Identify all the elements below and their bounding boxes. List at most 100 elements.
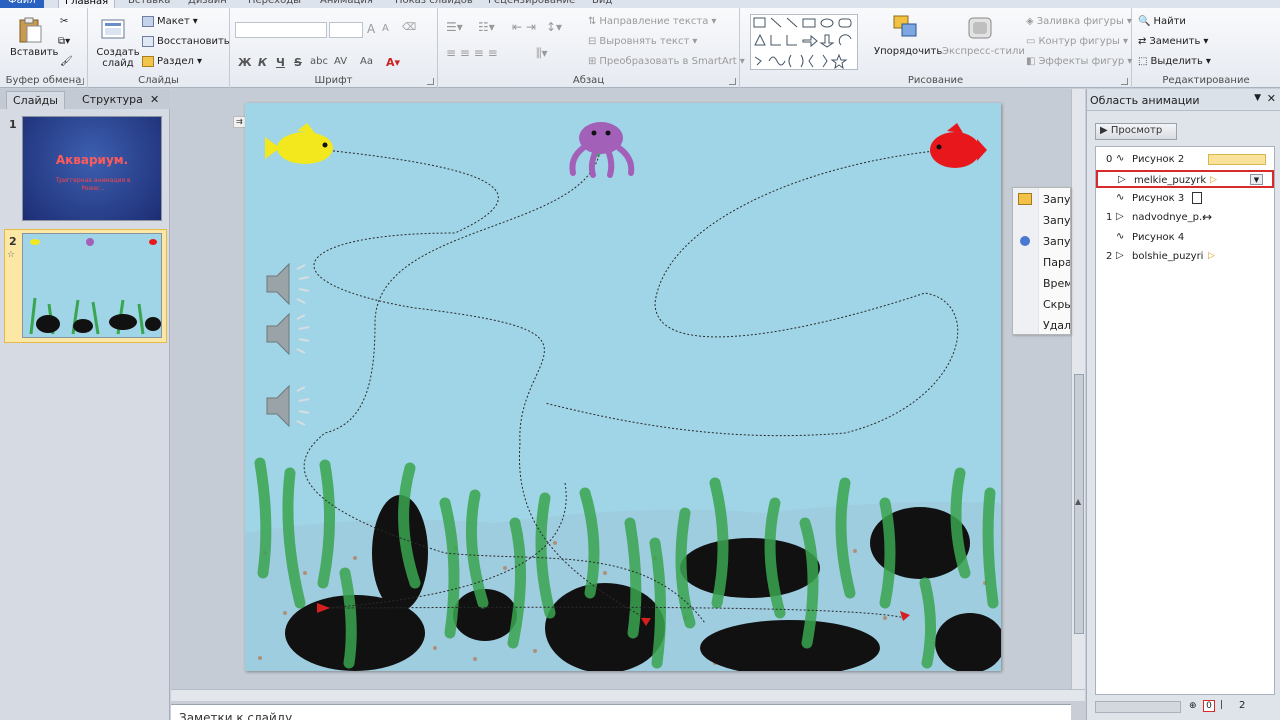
font-color-icon[interactable]: A▾ bbox=[386, 56, 400, 69]
menu-item-effect-options[interactable]: Парам bbox=[1043, 256, 1070, 269]
group-font: A A ⌫ Ж К Ч S abc AV Aa A▾ Шрифт bbox=[230, 8, 438, 88]
italic-button[interactable]: К bbox=[258, 56, 267, 69]
font-size-combo[interactable] bbox=[329, 22, 363, 38]
menu-item-start-after-previous[interactable]: Запус bbox=[1043, 235, 1070, 248]
paragraph-launcher-icon[interactable] bbox=[729, 78, 736, 85]
font-name-combo[interactable] bbox=[235, 22, 327, 38]
pane-options-icon[interactable]: ▼ bbox=[1254, 93, 1261, 103]
layout-button[interactable]: Макет ▾ bbox=[142, 16, 198, 27]
smartart-label: Преобразовать в SmartArt bbox=[599, 56, 737, 67]
menu-item-timing[interactable]: Время bbox=[1043, 277, 1070, 290]
menu-item-remove[interactable]: Удали bbox=[1043, 319, 1070, 332]
tab-transitions[interactable]: Переходы bbox=[248, 0, 301, 8]
tab-design[interactable]: Дизайн bbox=[188, 0, 227, 8]
smartart-button[interactable]: ⊞ Преобразовать в SmartArt ▾ bbox=[588, 56, 745, 67]
bullets-icon[interactable]: ☰▾ bbox=[446, 20, 463, 34]
tab-insert[interactable]: Вставка bbox=[128, 0, 170, 8]
clear-format-icon[interactable]: ⌫ bbox=[402, 22, 416, 33]
animation-item[interactable]: 0 ∿ Рисунок 2 bbox=[1096, 151, 1274, 169]
close-pane-icon[interactable]: ✕ bbox=[148, 91, 161, 109]
find-label: Найти bbox=[1153, 16, 1186, 27]
shape-fill-button[interactable]: ◈ Заливка фигуры ▾ bbox=[1026, 16, 1132, 27]
shrink-font-button[interactable]: A bbox=[382, 23, 389, 34]
shape-fill-icon: ◈ bbox=[1026, 16, 1034, 27]
timeline-control[interactable] bbox=[1095, 701, 1181, 713]
sound-icons[interactable] bbox=[266, 262, 310, 428]
new-slide-button[interactable]: Создать слайд bbox=[96, 47, 140, 69]
shape-outline-button[interactable]: ▭ Контур фигуры ▾ bbox=[1026, 36, 1128, 47]
shadow-button[interactable]: abc bbox=[310, 56, 328, 67]
slide-canvas[interactable] bbox=[245, 103, 1001, 671]
purple-octopus[interactable] bbox=[569, 122, 635, 178]
vertical-scrollbar[interactable]: ▲ bbox=[1071, 89, 1085, 689]
shape-effects-icon: ◧ bbox=[1026, 56, 1036, 67]
section-button[interactable]: Раздел ▾ bbox=[142, 56, 202, 67]
page-indicator[interactable]: 0 bbox=[1203, 700, 1215, 712]
reorder-up-icon[interactable]: ⊕ bbox=[1189, 701, 1197, 711]
motion-path-icon: ∿ bbox=[1116, 153, 1125, 164]
tab-animation[interactable]: Анимация bbox=[320, 0, 373, 8]
animation-item[interactable]: ∿ Рисунок 3 bbox=[1096, 190, 1274, 208]
strikethrough-button[interactable]: S bbox=[294, 56, 302, 69]
quick-styles-button[interactable]: Экспресс-стили bbox=[942, 46, 1025, 57]
replace-icon: ⇄ bbox=[1138, 36, 1147, 47]
notes-pane[interactable]: Заметки к слайду bbox=[171, 704, 1071, 720]
slide-thumbnail-1[interactable]: Аквариум. Триггерная анимация в Power... bbox=[22, 116, 162, 221]
shape-effects-label: Эффекты фигур bbox=[1038, 56, 1125, 67]
align-icons[interactable]: ≡ ≡ ≡ ≡ bbox=[446, 46, 498, 60]
replace-button[interactable]: ⇄ Заменить ▾ bbox=[1138, 36, 1208, 47]
tab-home[interactable]: Главная bbox=[58, 0, 116, 8]
group-label-clipboard: Буфер обмена bbox=[5, 75, 82, 86]
menu-item-start-with-previous[interactable]: Запус bbox=[1043, 214, 1070, 227]
cut-icon[interactable]: ✂ bbox=[60, 16, 68, 27]
menu-item-hide-timeline[interactable]: Скрыт bbox=[1043, 298, 1070, 311]
arrange-button[interactable]: Упорядочить bbox=[874, 46, 942, 57]
red-fish[interactable] bbox=[930, 123, 987, 168]
tab-file[interactable]: Файл bbox=[0, 0, 44, 8]
line-spacing-icon[interactable]: ↕▾ bbox=[546, 20, 562, 34]
ribbon: Вставить ✂ ⧉▾ 🖌 Буфер обмена Создать сла… bbox=[0, 8, 1280, 88]
tab-slideshow[interactable]: Показ слайдов bbox=[395, 0, 473, 8]
dropdown-arrow-icon[interactable]: ▼ bbox=[1250, 174, 1263, 185]
change-case-button[interactable]: Aa bbox=[360, 56, 373, 67]
quick-styles-icon bbox=[966, 14, 994, 40]
columns-icon[interactable]: ⫼▾ bbox=[536, 46, 548, 61]
animation-item[interactable]: 1 ▷ nadvodnye_p... ↔ bbox=[1096, 209, 1274, 227]
tab-slides[interactable]: Слайды bbox=[6, 91, 65, 109]
shapes-gallery[interactable] bbox=[750, 14, 858, 70]
scroll-arrow-icon[interactable]: ▲ bbox=[1075, 497, 1081, 506]
underline-button[interactable]: Ч bbox=[276, 56, 285, 69]
align-text-button[interactable]: ⊟ Выровнять текст ▾ bbox=[588, 36, 697, 47]
clipboard-launcher-icon[interactable] bbox=[77, 78, 84, 85]
char-spacing-button[interactable]: AV bbox=[334, 56, 347, 67]
animation-tag-icon[interactable]: ⇉ bbox=[233, 116, 246, 128]
reset-button[interactable]: Восстановить bbox=[142, 36, 230, 47]
text-direction-button[interactable]: ⇅ Направление текста ▾ bbox=[588, 16, 716, 27]
radio-selected-icon bbox=[1020, 236, 1030, 246]
tab-view[interactable]: Вид bbox=[592, 0, 612, 8]
close-icon[interactable]: ✕ bbox=[1267, 92, 1276, 105]
animation-item[interactable]: ∿ Рисунок 4 bbox=[1096, 229, 1274, 247]
numbering-icon[interactable]: ☷▾ bbox=[478, 20, 495, 34]
paste-button[interactable]: Вставить bbox=[10, 47, 58, 58]
tab-review[interactable]: Рецензирование bbox=[488, 0, 575, 8]
shape-effects-button[interactable]: ◧ Эффекты фигур ▾ bbox=[1026, 56, 1132, 67]
menu-item-start-on-click[interactable]: Запус bbox=[1043, 193, 1070, 206]
font-launcher-icon[interactable] bbox=[427, 78, 434, 85]
animation-item-selected[interactable]: ▷ melkie_puzyrki... ▷ ▼ bbox=[1096, 170, 1274, 188]
indent-icons[interactable]: ⇤ ⇥ bbox=[512, 20, 536, 34]
find-button[interactable]: 🔍 Найти bbox=[1138, 16, 1186, 27]
format-painter-icon[interactable]: 🖌 bbox=[60, 56, 73, 67]
horizontal-scrollbar[interactable] bbox=[171, 689, 1085, 701]
yellow-fish[interactable] bbox=[265, 123, 333, 164]
bold-button[interactable]: Ж bbox=[238, 56, 251, 69]
preview-button[interactable]: ▶ Просмотр bbox=[1095, 123, 1177, 140]
animation-item[interactable]: 2 ▷ bolshie_puzyri... ▷ bbox=[1096, 248, 1274, 266]
copy-icon[interactable]: ⧉▾ bbox=[58, 36, 70, 47]
tab-outline[interactable]: Структура bbox=[76, 91, 149, 109]
slide-thumbnail-2[interactable] bbox=[22, 233, 162, 338]
select-button[interactable]: ⬚ Выделить ▾ bbox=[1138, 56, 1211, 67]
drawing-launcher-icon[interactable] bbox=[1121, 78, 1128, 85]
align-text-icon: ⊟ bbox=[588, 36, 597, 47]
grow-font-button[interactable]: A bbox=[367, 22, 375, 36]
